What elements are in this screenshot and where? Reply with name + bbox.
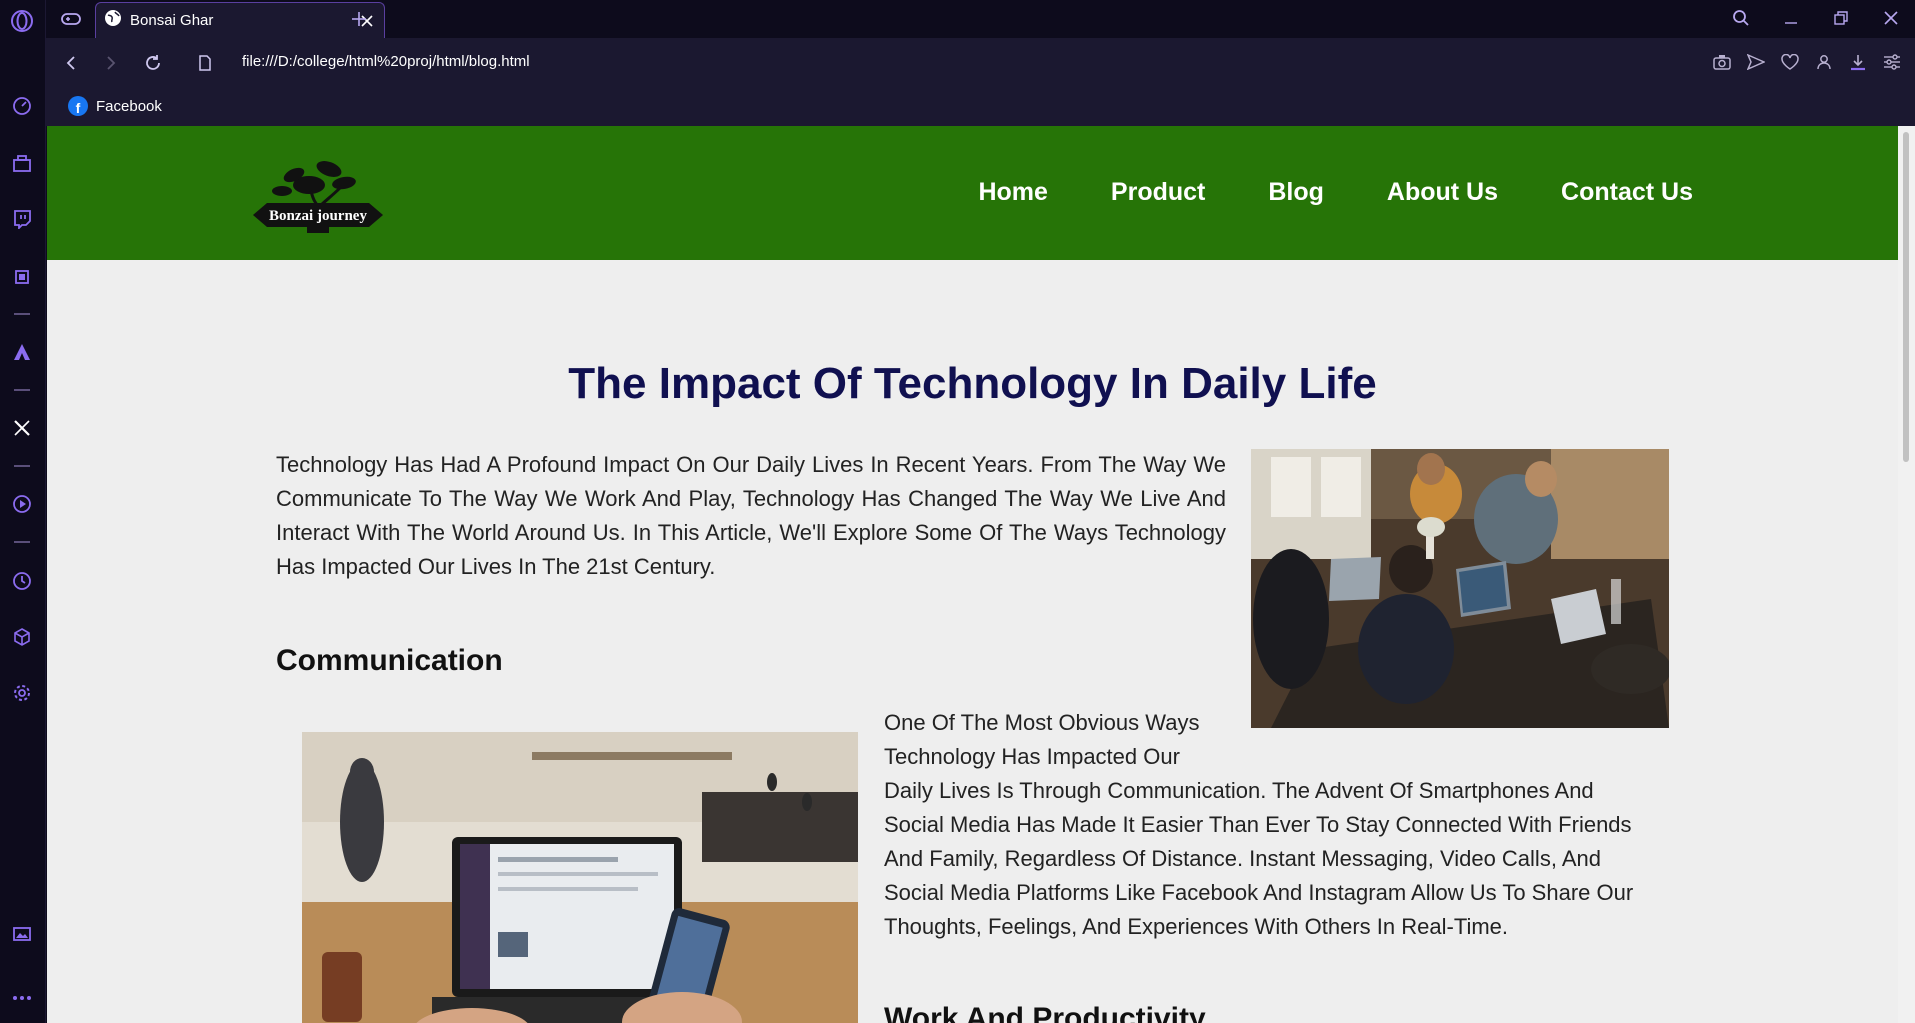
svg-text:Bonzai journey: Bonzai journey (269, 208, 367, 224)
search-tabs-icon[interactable] (1725, 4, 1757, 32)
bookmark-facebook[interactable]: f Facebook (62, 93, 168, 119)
scrollbar-thumb[interactable] (1903, 132, 1909, 462)
text-line: One Of The Most Obvious Ways (884, 710, 1200, 735)
back-arrow-icon[interactable] (58, 50, 84, 76)
file-page-icon (192, 50, 218, 76)
address-bar: file:///D:/college/html%20proj/html/blog… (46, 38, 1915, 86)
nav-about-us[interactable]: About Us (1387, 178, 1498, 207)
laptop-phone-photo (302, 732, 858, 1023)
restore-icon[interactable] (1825, 4, 1857, 32)
history-icon[interactable] (9, 568, 35, 594)
nav-contact-us[interactable]: Contact Us (1561, 178, 1693, 207)
browser-window: Bonsai Ghar file:///D:/college/html%20pr… (0, 0, 1915, 1023)
extensions-cube-icon[interactable] (9, 624, 35, 650)
facebook-icon: f (68, 96, 88, 116)
text-line: Social Media Platforms Like Facebook And… (884, 880, 1634, 905)
article-intro: Technology Has Had A Profound Impact On … (276, 452, 1226, 579)
tab-title: Bonsai Ghar (130, 12, 214, 29)
twitch-icon[interactable] (9, 206, 35, 232)
section-heading-work-productivity: Work And Productivity (884, 1002, 1206, 1023)
browser-logo-icon[interactable] (9, 8, 35, 34)
window-controls (1725, 4, 1907, 32)
url-field[interactable]: file:///D:/college/html%20proj/html/blog… (242, 53, 530, 70)
download-icon[interactable] (1845, 49, 1871, 75)
text-line: And Family, Regardless Of Distance. Inst… (884, 846, 1601, 871)
cpu-icon[interactable] (9, 264, 35, 290)
nav-product[interactable]: Product (1111, 178, 1205, 207)
x-twitter-icon[interactable] (9, 415, 35, 441)
browser-sidebar (0, 0, 46, 1023)
site-logo[interactable]: Bonzai journey (249, 151, 387, 235)
reload-icon[interactable] (140, 50, 166, 76)
site-header: Bonzai journey Home Product Blog About U… (47, 126, 1898, 260)
settings-gear-icon[interactable] (9, 680, 35, 706)
heart-icon[interactable] (1777, 49, 1803, 75)
section-heading-communication: Communication (276, 644, 503, 677)
communication-paragraph: One Of The Most Obvious Ways Technology … (884, 706, 1674, 944)
page-viewport: Bonzai journey Home Product Blog About U… (47, 126, 1898, 1023)
gamepad-icon[interactable] (56, 6, 86, 32)
close-window-icon[interactable] (1875, 4, 1907, 32)
text-line: Thoughts, Feelings, And Experiences With… (884, 914, 1509, 939)
page-scrollbar[interactable] (1898, 126, 1915, 1023)
sidebar-divider (14, 313, 30, 315)
nav-home[interactable]: Home (978, 178, 1047, 207)
site-nav: Home Product Blog About Us Contact Us (978, 178, 1693, 207)
sidebar-divider (14, 541, 30, 543)
account-icon[interactable] (1811, 49, 1837, 75)
gallery-icon[interactable] (9, 921, 35, 947)
bookmark-label: Facebook (96, 97, 162, 115)
aria-ai-icon[interactable] (9, 339, 35, 365)
sidebar-divider (14, 389, 30, 391)
sidebar-divider (14, 465, 30, 467)
bookmarks-bar: f Facebook (46, 86, 1915, 126)
team-laptops-photo (1251, 449, 1669, 728)
workspace-icon[interactable] (9, 150, 35, 176)
address-tools (1709, 49, 1905, 75)
text-line: Technology Has Impacted Our (884, 744, 1180, 769)
text-line: Daily Lives Is Through Communication. Th… (884, 778, 1594, 803)
speed-dial-icon[interactable] (9, 93, 35, 119)
more-dots-icon[interactable] (9, 985, 35, 1011)
article-title: The Impact Of Technology In Daily Life (568, 359, 1377, 408)
player-icon[interactable] (9, 491, 35, 517)
tab-bonsai-ghar[interactable]: Bonsai Ghar (95, 2, 385, 38)
nav-blog[interactable]: Blog (1268, 178, 1324, 207)
easy-setup-icon[interactable] (1879, 49, 1905, 75)
new-tab-plus-icon[interactable] (346, 6, 372, 32)
forward-arrow-icon[interactable] (98, 50, 124, 76)
globe-icon (104, 9, 122, 32)
snapshot-camera-icon[interactable] (1709, 49, 1735, 75)
tab-strip: Bonsai Ghar (46, 0, 1915, 38)
minimize-icon[interactable] (1775, 4, 1807, 32)
text-line: Social Media Has Made It Easier Than Eve… (884, 812, 1632, 837)
send-icon[interactable] (1743, 49, 1769, 75)
